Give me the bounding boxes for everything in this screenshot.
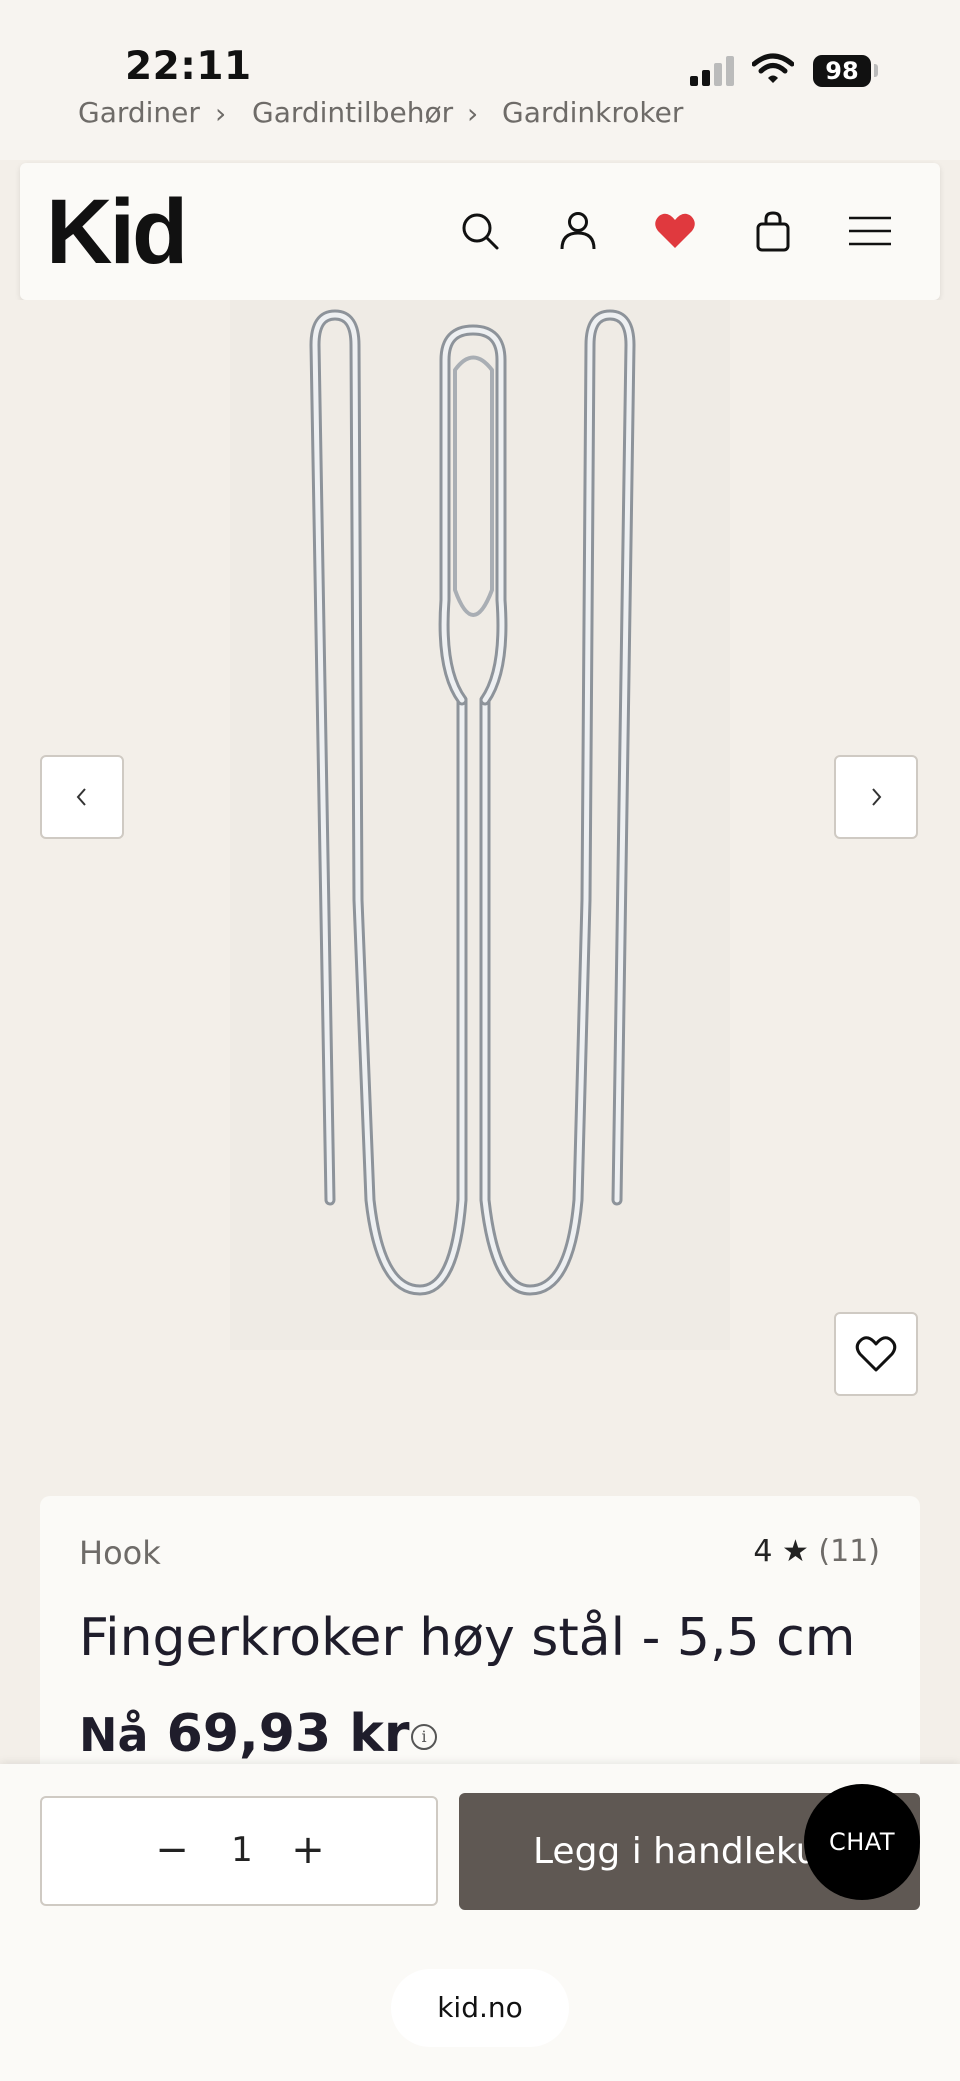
- battery-nub: [874, 64, 878, 77]
- gallery-next-button[interactable]: [834, 755, 918, 839]
- product-gallery: [0, 300, 960, 1500]
- heart-icon[interactable]: [647, 203, 703, 259]
- bag-icon[interactable]: [745, 203, 801, 259]
- quantity-value[interactable]: 1: [212, 1820, 272, 1880]
- menu-icon[interactable]: [842, 203, 898, 259]
- product-info-card: Hook 4 ★ (11) Fingerkroker høy stål - 5,…: [40, 1496, 920, 1776]
- product-image: [230, 300, 730, 1350]
- price-info-icon[interactable]: i: [411, 1724, 437, 1750]
- search-icon[interactable]: [452, 203, 508, 259]
- breadcrumb-item-gardinkroker[interactable]: Gardinkroker: [502, 96, 683, 129]
- status-time: 22:11: [125, 44, 252, 89]
- price-prefix: Nå: [79, 1708, 149, 1762]
- breadcrumb-separator: ›: [215, 97, 227, 130]
- rating-count: (11): [818, 1534, 880, 1569]
- product-price: 69,93 kr: [166, 1704, 410, 1764]
- site-header: Kid: [20, 163, 940, 300]
- wifi-icon: [752, 53, 794, 83]
- product-brand[interactable]: Hook: [79, 1534, 161, 1572]
- signal-icon: [690, 56, 738, 86]
- heart-outline-icon: [855, 1336, 897, 1372]
- quantity-increase-button[interactable]: +: [278, 1820, 338, 1880]
- product-price-row: Nå 69,93 kr: [79, 1704, 409, 1764]
- gallery-prev-button[interactable]: [40, 755, 124, 839]
- battery-indicator: 98: [813, 55, 871, 87]
- wishlist-button[interactable]: [834, 1312, 918, 1396]
- chat-button[interactable]: CHAT: [804, 1784, 920, 1900]
- product-title: Fingerkroker høy stål - 5,5 cm: [79, 1608, 856, 1668]
- quantity-stepper: − 1 +: [40, 1796, 438, 1906]
- breadcrumb-separator: ›: [467, 97, 479, 130]
- rating-value: 4 ★: [753, 1534, 809, 1569]
- breadcrumb-item-gardintilbehor[interactable]: Gardintilbehør: [252, 96, 453, 129]
- account-icon[interactable]: [550, 203, 606, 259]
- breadcrumb-item-gardiner[interactable]: Gardiner: [78, 96, 200, 129]
- quantity-decrease-button[interactable]: −: [142, 1820, 202, 1880]
- status-bar: 22:11 98: [0, 0, 960, 89]
- kid-logo[interactable]: Kid: [46, 177, 188, 287]
- browser-url-bar[interactable]: kid.no: [391, 1969, 569, 2047]
- product-rating[interactable]: 4 ★ (11): [753, 1534, 880, 1569]
